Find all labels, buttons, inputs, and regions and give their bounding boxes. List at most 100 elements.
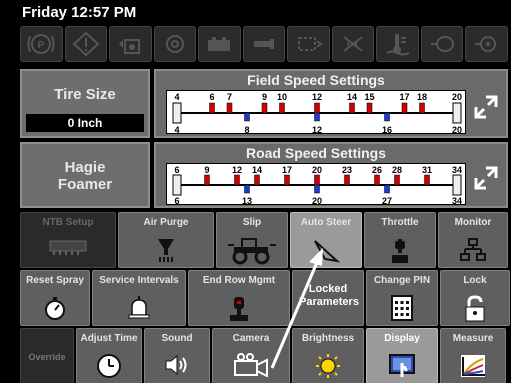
keypad-icon [391,295,413,321]
bottom-tick-label: 13 [242,196,252,205]
top-tick-label: 17 [399,92,409,102]
road-speed-panel[interactable]: Road Speed Settings 6 9 12 14 17 20 23 26 28 31 34… [154,142,508,208]
range-end-handle[interactable] [172,174,182,196]
bottom-tick-label: 27 [382,196,392,205]
tire-size-label: Tire Size [54,86,116,103]
camera-button[interactable]: Camera [212,328,290,383]
top-tick-label: 10 [277,92,287,102]
top-tick-label: 12 [232,165,242,175]
coolant-temp-icon [386,34,410,56]
lock-icon [465,295,485,322]
top-tick-label: 31 [422,165,432,175]
measure-button[interactable]: Measure [440,328,506,383]
bottom-tick-label: 20 [452,125,462,134]
coolant-temp-indicator [376,26,419,62]
expand-arrows-icon[interactable] [472,164,500,192]
top-tick-label: 20 [452,92,462,102]
bottom-tick-label: 4 [174,125,179,134]
ntb-icon [49,240,87,255]
auto-steer-icon [314,240,341,263]
top-tick-label: 14 [252,165,262,175]
air-purge-label: Air Purge [143,217,189,228]
top-tick-label: 18 [417,92,427,102]
top-tick-marker [314,102,320,114]
range-end-handle[interactable] [452,102,462,124]
svg-text:P: P [38,40,45,51]
sound-label: Sound [161,333,193,344]
speaker-icon [165,354,187,376]
hydraulic-oil-icon [119,39,141,54]
bottom-tick-label: 8 [244,125,249,134]
monitor-button[interactable]: Monitor [438,212,508,268]
locked-parameters-label: Locked Parameters [299,283,359,308]
slip-button[interactable]: Slip [216,212,288,268]
bottom-tick-label: 6 [174,196,179,205]
top-tick-marker [344,174,350,186]
top-tick-label: 20 [312,165,322,175]
top-tick-marker [279,102,285,114]
field-speed-panel[interactable]: Field Speed Settings 4 6 7 9 10 12 14 15 17 18 20 4… [154,69,508,138]
change-pin-button[interactable]: Change PIN [366,270,438,326]
locked-parameters-button[interactable]: Locked Parameters [292,270,364,326]
engine-indicator [242,26,286,62]
camera-icon [234,353,268,377]
auto-steer-label: Auto Steer [300,217,352,228]
top-tick-marker [284,174,290,186]
bottom-tick-marker [384,184,390,194]
top-tick-label: 23 [342,165,352,175]
lock-label: Lock [463,275,487,286]
reset-spray-label: Reset Spray [26,275,84,286]
tire-size-panel[interactable]: Tire Size 0 Inch [20,69,150,138]
top-tick-label: 12 [312,92,322,102]
warning-indicator [64,26,108,62]
lock-button[interactable]: Lock [440,270,510,326]
bell-icon [128,296,150,319]
bottom-tick-label: 20 [312,196,322,205]
top-tick-label: 17 [282,165,292,175]
expand-arrows-icon[interactable] [472,93,500,121]
service-intervals-button[interactable]: Service Intervals [92,270,186,326]
measure-label: Measure [452,333,494,344]
warning-diamond-icon [72,32,100,56]
coolant-indicator [287,26,330,62]
end-row-mgmt-button[interactable]: End Row Mgmt [188,270,290,326]
auto-steer-button[interactable]: Auto Steer [290,212,362,268]
button-row-2: Reset Spray Service Intervals End Row Mg… [20,270,510,326]
transmission-indicator [465,26,509,62]
sound-button[interactable]: Sound [144,328,210,383]
field-speed-bar[interactable]: 4 6 7 9 10 12 14 15 17 18 20 4 8 12 16 20 [166,90,466,134]
ntb-setup-button[interactable]: NTB Setup [20,212,116,268]
range-end-handle[interactable] [452,174,462,196]
display-button[interactable]: Display [366,328,438,383]
road-speed-bar[interactable]: 6 9 12 14 17 20 23 26 28 31 34 6 13 20 27 34 [166,163,466,205]
top-tick-marker [261,102,268,114]
top-tick-marker [424,174,430,186]
brightness-button[interactable]: Brightness [292,328,364,383]
top-tick-marker [366,102,373,114]
slip-label: Slip [242,217,262,228]
display-label: Display [384,333,420,344]
bottom-tick-marker [384,112,390,122]
top-tick-label: 7 [227,92,232,102]
product-label: Hagie Foamer [57,159,113,193]
coolant-icon [297,37,323,51]
bottom-tick-marker [244,184,250,194]
display-touch-icon [389,354,415,377]
battery-indicator [198,26,241,62]
button-row-1: NTB Setup Air Purge Slip Auto Steer Thro… [20,212,510,268]
override-button[interactable]: Override [20,328,74,383]
reset-spray-button[interactable]: Reset Spray [20,270,90,326]
air-purge-button[interactable]: Air Purge [118,212,214,268]
product-panel[interactable]: Hagie Foamer [20,142,150,208]
field-speed-title: Field Speed Settings [247,72,385,88]
bottom-tick-marker [314,184,320,194]
top-tick-marker [374,174,380,186]
adjust-time-label: Adjust Time [80,333,138,344]
end-row-mgmt-label: End Row Mgmt [202,275,276,286]
bottom-tick-label: 16 [382,125,392,134]
parking-brake-indicator: P [20,26,63,62]
throttle-button[interactable]: Throttle [364,212,436,268]
range-end-handle[interactable] [172,102,182,124]
adjust-time-button[interactable]: Adjust Time [76,328,142,383]
slip-tractor-icon [228,238,276,265]
